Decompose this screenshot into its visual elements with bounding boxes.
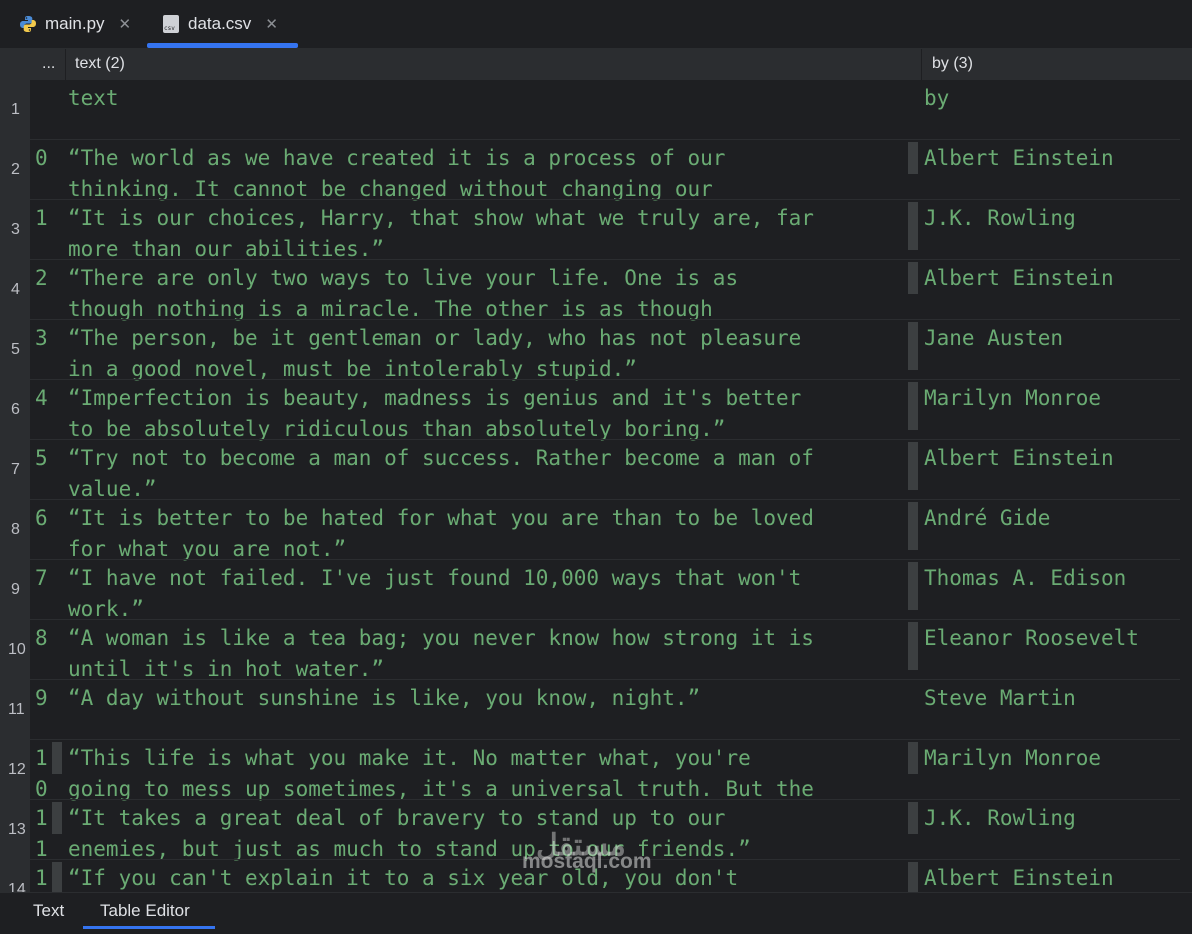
row-number[interactable]: 1: [0, 80, 30, 140]
text-cell[interactable]: “The world as we have created it is a pr…: [68, 143, 903, 202]
row-number[interactable]: 2: [0, 140, 30, 200]
cell-overflow-marker: [908, 862, 918, 892]
cell-overflow-marker: [52, 742, 62, 774]
row-number[interactable]: 13: [0, 800, 30, 860]
index-cell[interactable]: 0: [35, 143, 63, 174]
tab-table-editor[interactable]: Table Editor: [100, 901, 190, 921]
row-number[interactable]: 8: [0, 500, 30, 560]
by-cell[interactable]: Albert Einstein: [924, 863, 1178, 892]
index-cell[interactable]: 8: [35, 623, 63, 654]
cell-overflow-marker: [908, 622, 918, 670]
by-cell[interactable]: Marilyn Monroe: [924, 743, 1178, 774]
cell-overflow-marker: [908, 262, 918, 294]
tab-data-csv[interactable]: data.csv ✕: [163, 0, 278, 48]
by-cell[interactable]: Eleanor Roosevelt: [924, 623, 1178, 654]
text-cell[interactable]: “There are only two ways to live your li…: [68, 263, 903, 322]
row-number[interactable]: 11: [0, 680, 30, 740]
row-number[interactable]: 10: [0, 620, 30, 680]
python-icon: [20, 16, 36, 32]
text-cell[interactable]: “This life is what you make it. No matte…: [68, 743, 903, 802]
row-number[interactable]: 7: [0, 440, 30, 500]
index-cell[interactable]: 4: [35, 383, 63, 414]
text-cell[interactable]: “I have not failed. I've just found 10,0…: [68, 563, 903, 622]
text-cell[interactable]: “A woman is like a tea bag; you never kn…: [68, 623, 903, 682]
text-cell[interactable]: “It is better to be hated for what you a…: [68, 503, 903, 562]
cell-overflow-marker: [908, 202, 918, 250]
by-cell[interactable]: Steve Martin: [924, 683, 1178, 714]
by-cell[interactable]: Albert Einstein: [924, 263, 1178, 294]
column-header-by[interactable]: by (3): [932, 55, 973, 73]
by-cell[interactable]: J.K. Rowling: [924, 803, 1178, 834]
close-icon[interactable]: ✕: [119, 15, 132, 33]
text-cell[interactable]: “It is our choices, Harry, that show wha…: [68, 203, 903, 262]
row-number[interactable]: 12: [0, 740, 30, 800]
cell-overflow-marker: [908, 562, 918, 610]
text-cell[interactable]: text: [68, 83, 903, 142]
by-cell[interactable]: André Gide: [924, 503, 1178, 534]
by-cell[interactable]: Jane Austen: [924, 323, 1178, 354]
text-cell[interactable]: “A day without sunshine is like, you kno…: [68, 683, 903, 742]
tab-label: main.py: [45, 14, 105, 33]
active-tab-indicator: [147, 43, 298, 48]
cell-overflow-marker: [52, 802, 62, 834]
row-number[interactable]: 9: [0, 560, 30, 620]
cell-overflow-marker: [908, 742, 918, 774]
row-number[interactable]: 6: [0, 380, 30, 440]
index-cell[interactable]: 3: [35, 323, 63, 354]
row-number[interactable]: 14: [0, 860, 30, 892]
by-cell[interactable]: by: [924, 83, 1178, 114]
index-cell[interactable]: 5: [35, 443, 63, 474]
index-cell[interactable]: 6: [35, 503, 63, 534]
cell-overflow-marker: [908, 502, 918, 550]
row-number[interactable]: 3: [0, 200, 30, 260]
csv-file-icon: [163, 15, 179, 33]
cell-overflow-marker: [908, 382, 918, 430]
by-cell[interactable]: Thomas A. Edison: [924, 563, 1178, 594]
tab-label: data.csv: [188, 14, 252, 33]
cell-overflow-marker: [908, 142, 918, 174]
index-cell[interactable]: 2: [35, 263, 63, 294]
text-cell[interactable]: “The person, be it gentleman or lady, wh…: [68, 323, 903, 382]
index-cell[interactable]: 9: [35, 683, 63, 714]
cell-overflow-marker: [908, 442, 918, 490]
vertical-scrollbar[interactable]: [1180, 80, 1192, 892]
text-cell[interactable]: “Try not to become a man of success. Rat…: [68, 443, 903, 502]
cell-overflow-marker: [908, 802, 918, 834]
tab-main-py[interactable]: main.py ✕: [19, 0, 131, 48]
active-tab-indicator: [83, 926, 215, 929]
by-cell[interactable]: Marilyn Monroe: [924, 383, 1178, 414]
text-cell[interactable]: “If you can't explain it to a six year o…: [68, 863, 903, 892]
row-header-menu[interactable]: ...: [42, 55, 55, 73]
column-header-text[interactable]: text (2): [75, 55, 125, 73]
cell-overflow-marker: [908, 322, 918, 370]
by-cell[interactable]: J.K. Rowling: [924, 203, 1178, 234]
editor-tab-bar: main.py ✕ data.csv ✕: [0, 0, 1192, 49]
close-icon[interactable]: ✕: [265, 15, 278, 33]
watermark-text: mostaql.com: [522, 850, 652, 873]
row-number[interactable]: 4: [0, 260, 30, 320]
text-cell[interactable]: “It takes a great deal of bravery to sta…: [68, 803, 903, 862]
cell-overflow-marker: [52, 862, 62, 892]
index-cell[interactable]: 1: [35, 203, 63, 234]
by-cell[interactable]: Albert Einstein: [924, 143, 1178, 174]
table-editor-grid: 1 text by 2 0 “The world as we have crea…: [0, 80, 1180, 892]
text-cell[interactable]: “Imperfection is beauty, madness is geni…: [68, 383, 903, 442]
row-number[interactable]: 5: [0, 320, 30, 380]
tab-text[interactable]: Text: [33, 901, 64, 921]
table-header: ... text (2) by (3): [0, 49, 1192, 80]
by-cell[interactable]: Albert Einstein: [924, 443, 1178, 474]
editor-mode-tabs: Text Table Editor: [0, 892, 1192, 934]
index-cell[interactable]: 7: [35, 563, 63, 594]
